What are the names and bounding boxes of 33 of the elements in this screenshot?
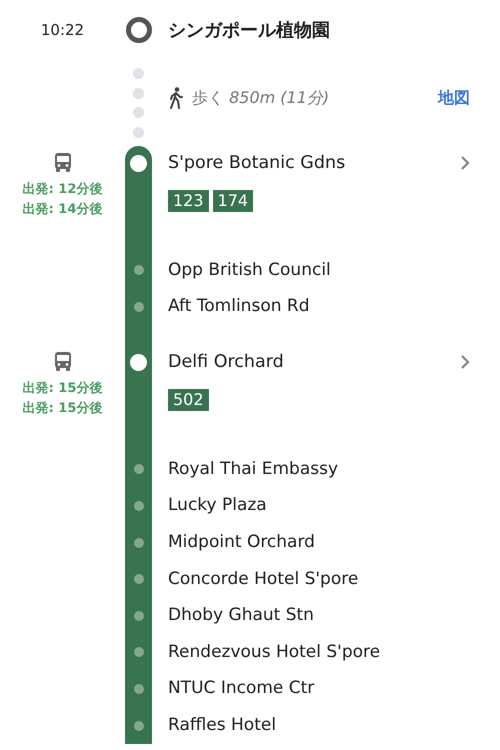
departure-time: 出発: 12分後 xyxy=(22,181,102,199)
bus-icon xyxy=(54,153,72,173)
stop-name: Aft Tomlinson Rd xyxy=(168,295,310,318)
map-link[interactable]: 地図 xyxy=(438,86,470,120)
stop-name: Lucky Plaza xyxy=(168,494,267,518)
walk-dot xyxy=(133,107,144,118)
departure-time: 出発: 15分後 xyxy=(22,400,102,418)
route-number[interactable]: 174 xyxy=(212,190,254,212)
stop-name: Dhoby Ghaut Stn xyxy=(168,604,314,628)
stop-name: Delfi Orchard xyxy=(168,351,284,374)
departure-time: 出発: 14分後 xyxy=(22,201,102,219)
departure-time: 10:22 xyxy=(40,20,84,41)
bus-icon xyxy=(54,352,72,372)
stop-name: Concorde Hotel S'pore xyxy=(168,568,358,591)
stop-name: Opp British Council xyxy=(168,258,331,282)
stop-name: Midpoint Orchard xyxy=(168,530,315,554)
stop-name: S'pore Botanic Gdns xyxy=(168,152,346,175)
origin-marker xyxy=(126,17,152,43)
walking-icon xyxy=(168,87,184,109)
stop-name: Royal Thai Embassy xyxy=(168,458,338,481)
walk-dot xyxy=(133,88,144,99)
route-number[interactable]: 502 xyxy=(168,389,209,412)
chevron-icon[interactable] xyxy=(460,155,470,171)
stop-name: NTUC Income Ctr xyxy=(168,677,314,700)
route-number[interactable]: 123 xyxy=(168,190,209,212)
stop-name: Rendezvous Hotel S'pore xyxy=(168,640,380,664)
walk-dot xyxy=(133,126,144,138)
stop-name: Raffles Hotel xyxy=(168,714,276,737)
departure-time: 出発: 15分後 xyxy=(22,380,102,398)
origin-name: シンガポール植物園 xyxy=(168,18,330,42)
walk-dot xyxy=(133,68,144,80)
chevron-icon[interactable] xyxy=(460,354,470,370)
walk-duration: 歩く 850m (11分) xyxy=(192,87,330,109)
